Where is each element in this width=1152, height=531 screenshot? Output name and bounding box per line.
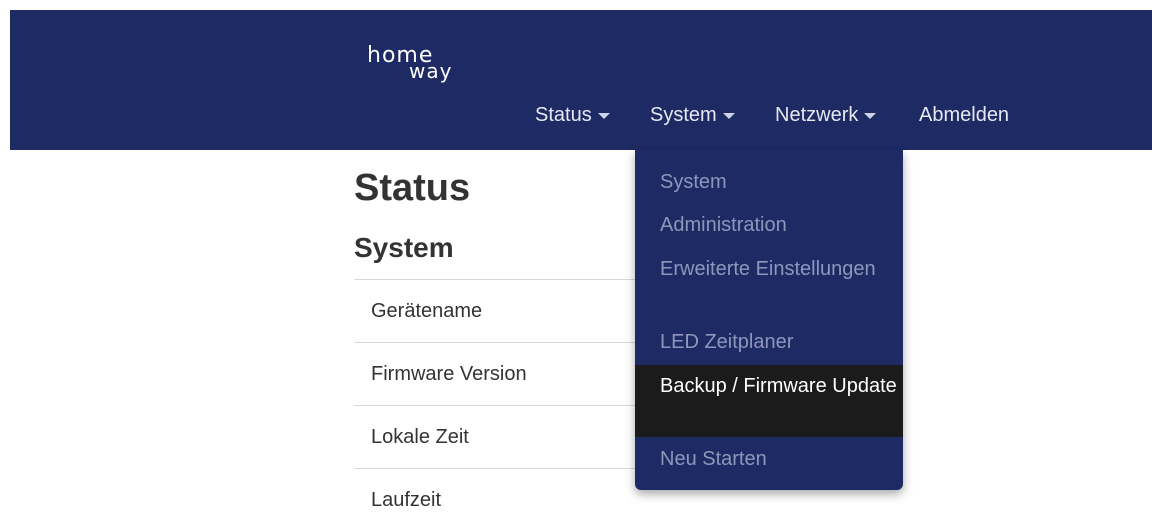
menu-item-backup-firmware-update[interactable]: Backup / Firmware Update — [635, 365, 903, 437]
row-label: Lokale Zeit — [371, 426, 469, 448]
nav-netzwerk-menu[interactable]: Netzwerk — [775, 104, 877, 127]
nav-logout-label: Abmelden — [919, 104, 1010, 126]
section-title: System — [354, 232, 454, 263]
row-label: Firmware Version — [371, 363, 527, 385]
homeway-logo[interactable]: home way — [367, 45, 453, 83]
menu-item-advanced-settings[interactable]: Erweiterte Einstellungen — [635, 254, 903, 284]
page-title: Status — [354, 167, 471, 209]
menu-item-administration[interactable]: Administration — [635, 210, 903, 240]
menu-item-led-scheduler[interactable]: LED Zeitplaner — [635, 327, 903, 357]
logo-line2: way — [409, 59, 453, 83]
caret-down-icon — [864, 112, 877, 119]
top-strip — [0, 0, 1152, 10]
menu-item-restart[interactable]: Neu Starten — [635, 444, 903, 474]
system-dropdown-menu: System Administration Erweiterte Einstel… — [635, 150, 903, 490]
nav-system-label: System — [650, 104, 717, 126]
nav-system-menu[interactable]: System — [650, 104, 735, 127]
row-label: Laufzeit — [371, 489, 442, 511]
nav-status-menu[interactable]: Status — [535, 104, 610, 127]
top-navbar — [10, 10, 1152, 150]
nav-status-label: Status — [535, 104, 592, 126]
menu-item-system[interactable]: System — [635, 167, 903, 197]
nav-logout-link[interactable]: Abmelden — [919, 104, 1009, 127]
caret-down-icon — [597, 112, 610, 119]
nav-netzwerk-label: Netzwerk — [775, 104, 859, 126]
caret-down-icon — [722, 112, 735, 119]
row-label: Gerätename — [371, 300, 483, 322]
